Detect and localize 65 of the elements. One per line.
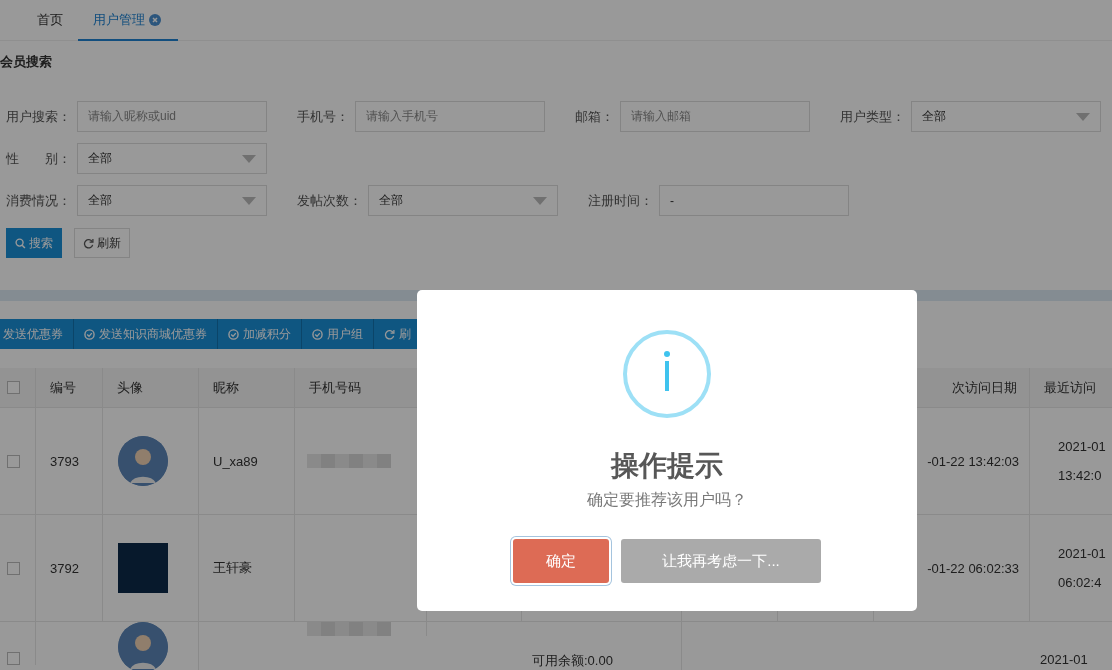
dialog-title: 操作提示 [611,449,723,483]
field-label: 注册时间： [588,191,654,210]
panel-title: 会员搜索 [0,53,53,71]
table-cell-text: 06:02:4 [1058,575,1103,590]
check-circle-icon [312,328,323,340]
close-icon[interactable] [149,13,161,26]
field-label: 手机号： [297,107,349,126]
field-label: 用户类型： [840,107,906,126]
field-label: 邮箱： [575,107,614,126]
column-header: 手机号码 [309,378,361,397]
table-cell: 3792 [50,560,79,576]
tab[interactable]: 用户管理 [78,0,178,41]
checkbox[interactable] [7,454,20,468]
input-field[interactable]: 请输入手机号 [355,101,545,132]
select-field[interactable]: 全部 [368,185,558,216]
table-cell: 2021-01 [1058,546,1106,561]
field-label: 发帖次数： [297,191,363,210]
search-button[interactable]: 搜索 [6,228,62,258]
table-cell: -01-22 06:02:33 [927,560,1019,576]
field-label: 用户搜索： [6,107,72,126]
table-cell: 2021-01 [1058,439,1106,454]
input-field[interactable]: - [659,185,849,216]
input-field[interactable]: 请输入邮箱 [620,101,810,132]
column-header: 编号 [50,378,76,397]
avatar-icon [118,436,168,486]
checkbox[interactable] [7,561,20,575]
select-field[interactable]: 全部 [77,185,267,216]
table-cell: U_xa89 [213,453,258,469]
table-cell: 可用余额:0.00 [532,652,613,670]
table-cell: 3793 [50,453,79,469]
select-field[interactable]: 全部 [911,101,1101,132]
toolbar-button[interactable]: 发送知识商城优惠券 [74,319,218,349]
caret-icon [242,154,256,163]
table-cell: -01-22 13:42:03 [927,453,1019,469]
checkbox[interactable] [7,652,20,665]
column-header: 次访问日期 [952,378,1017,397]
toolbar-button[interactable]: 用户组 [302,319,374,349]
caret-icon [242,196,256,205]
search-icon [15,237,26,249]
checkbox[interactable] [7,381,20,394]
check-circle-icon [228,328,239,340]
field-label: 性 别： [6,149,72,168]
toolbar-button[interactable]: 加减积分 [218,319,302,349]
input-field[interactable]: 请输入昵称或uid [77,101,267,132]
table-cell: 王轩豪 [213,559,252,577]
confirm-button[interactable]: 确定 [513,539,609,583]
caret-icon [1076,112,1090,121]
tab[interactable]: 首页 [22,0,78,41]
photo-placeholder [118,543,168,593]
select-field[interactable]: 全部 [77,143,267,174]
table-cell: 2021-01 [1040,652,1088,667]
field-label: 消费情况： [6,191,72,210]
caret-icon [533,196,547,205]
refresh-icon [384,328,395,340]
column-header: 昵称 [213,378,239,397]
toolbar-button[interactable]: 发送优惠券 [0,319,74,349]
refresh-button[interactable]: 刷新 [74,228,130,258]
check-circle-icon [84,328,95,340]
dialog-message: 确定要推荐该用户吗？ [587,490,747,510]
cancel-button[interactable]: 让我再考虑一下... [621,539,821,583]
column-header: 最近访问 [1044,378,1096,397]
table-cell-text: 13:42:0 [1058,468,1103,483]
column-header: 头像 [117,378,143,397]
refresh-icon [83,237,94,249]
info-icon [623,330,711,418]
